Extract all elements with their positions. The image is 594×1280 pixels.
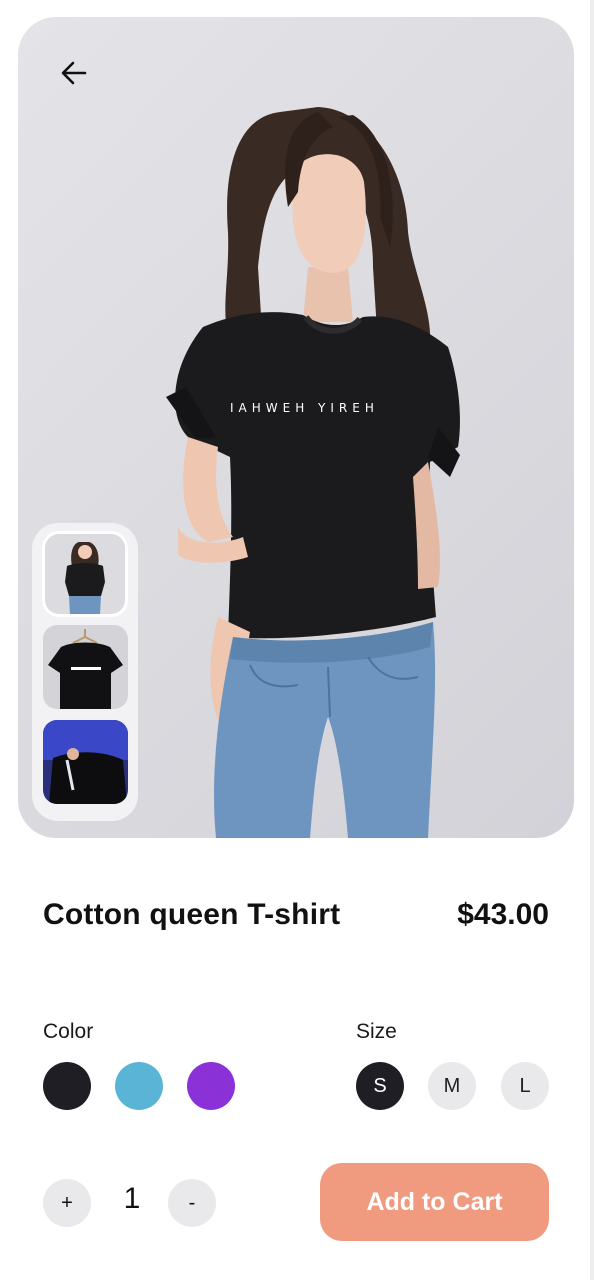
shirt-on-hanger-thumbnail-image <box>43 625 128 709</box>
quantity-value: 1 <box>123 1182 141 1215</box>
size-option-l[interactable]: L <box>501 1062 549 1110</box>
quantity-decrement-button[interactable]: - <box>168 1179 216 1227</box>
back-button[interactable] <box>56 55 92 91</box>
shirt-print-text: IAHWEH YIREH <box>230 401 379 415</box>
product-title: Cotton queen T-shirt <box>43 898 341 931</box>
color-swatch-sky-blue[interactable] <box>115 1062 163 1110</box>
arrow-left-icon <box>61 61 87 85</box>
size-option-m[interactable]: M <box>428 1062 476 1110</box>
product-hero-image: IAHWEH YIREH <box>18 17 574 838</box>
color-swatch-black[interactable] <box>43 1062 91 1110</box>
size-option-s[interactable]: S <box>356 1062 404 1110</box>
thumbnail-shirt-blue-light[interactable] <box>43 720 128 804</box>
add-to-cart-button[interactable]: Add to Cart <box>320 1163 549 1241</box>
model-front-thumbnail-image <box>45 534 125 614</box>
screen-edge <box>590 0 594 1280</box>
shirt-blue-light-thumbnail-image <box>43 720 128 804</box>
thumbnail-gallery <box>32 523 138 821</box>
product-header: Cotton queen T-shirt $43.00 <box>43 893 549 937</box>
color-label: Color <box>43 1020 94 1043</box>
quantity-increment-button[interactable]: + <box>43 1179 91 1227</box>
thumbnail-model-front[interactable] <box>45 534 125 614</box>
color-swatch-purple[interactable] <box>187 1062 235 1110</box>
product-price: $43.00 <box>457 898 549 931</box>
thumbnail-shirt-hanger[interactable] <box>43 625 128 709</box>
size-label: Size <box>356 1020 397 1043</box>
